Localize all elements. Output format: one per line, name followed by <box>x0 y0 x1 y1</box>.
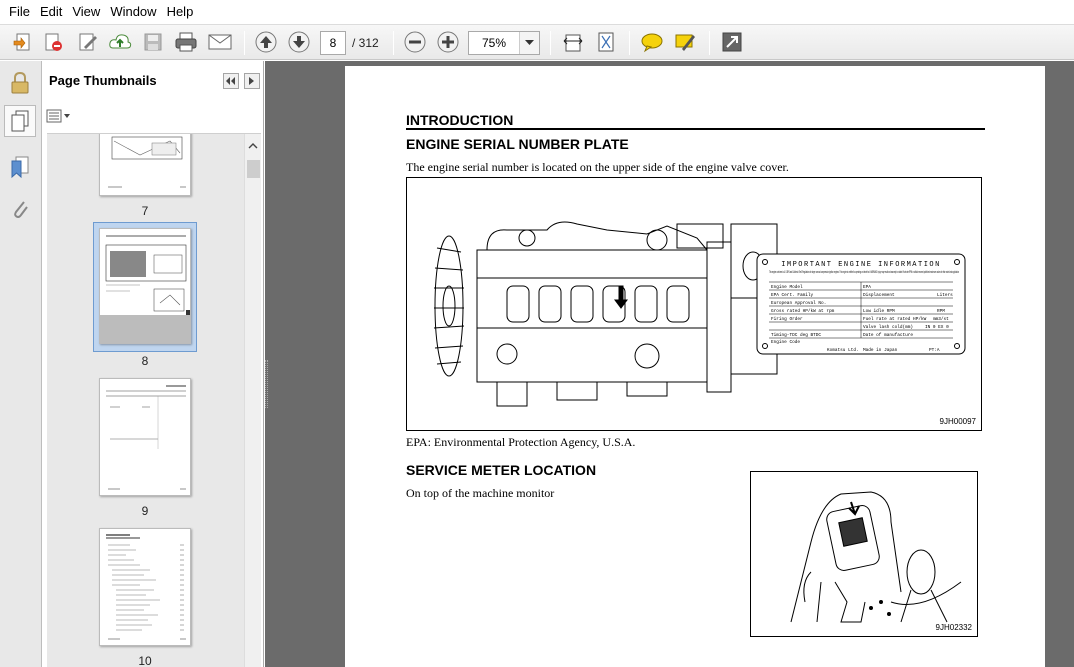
plate-row-label: Firing Order <box>771 317 803 322</box>
plate-row-label: Fuel rate at rated HP/kW <box>863 317 927 322</box>
panel-splitter[interactable] <box>265 360 268 408</box>
plate-row-label: Valve lash cold(mm) <box>863 325 913 330</box>
zoom-value: 75% <box>481 36 507 50</box>
plate-footer-origin: Made in Japan <box>863 348 898 353</box>
toolbar: 8 / 312 75% <box>0 24 1074 60</box>
zoom-out-icon[interactable] <box>402 29 428 55</box>
thumbnail-page-8[interactable] <box>99 228 191 344</box>
page-title: INTRODUCTION <box>406 112 514 128</box>
plate-title: IMPORTANT ENGINE INFORMATION <box>781 261 941 269</box>
chevron-up-icon[interactable] <box>248 138 258 152</box>
chevron-down-icon[interactable] <box>519 32 539 54</box>
menu-window[interactable]: Window <box>105 0 161 24</box>
thumbnails-panel: Page Thumbnails 7 8 9 10 <box>42 61 264 667</box>
page-thumbnails-tab-icon[interactable] <box>4 105 36 137</box>
zoom-select[interactable]: 75% <box>468 31 540 55</box>
print-icon[interactable] <box>173 29 199 55</box>
plate-row-label: Liters <box>937 293 953 298</box>
expand-icon[interactable] <box>719 29 745 55</box>
thumbnail-page-7[interactable] <box>99 134 191 196</box>
plate-row-label: Displacement <box>863 293 895 298</box>
email-icon[interactable] <box>207 29 233 55</box>
plate-row-label: European Approval No. <box>771 301 826 306</box>
section-heading: ENGINE SERIAL NUMBER PLATE <box>406 136 629 152</box>
plate-footer-code: PT:A <box>929 348 940 353</box>
plate-row-label: IN 0 EX 0 <box>925 325 949 330</box>
figure-code: 9JH02332 <box>935 623 972 632</box>
page-total: / 312 <box>352 36 379 50</box>
comment-icon[interactable] <box>639 29 665 55</box>
prev-page-icon[interactable] <box>253 29 279 55</box>
section-heading: SERVICE METER LOCATION <box>406 462 597 478</box>
save-icon[interactable] <box>140 29 166 55</box>
plate-row-label: Timing-TDC deg BTDC <box>771 333 821 338</box>
plate-row-label: RPM <box>937 309 945 314</box>
epa-note: EPA: Environmental Protection Agency, U.… <box>406 435 636 449</box>
plate-row-label: mm3/st <box>933 317 949 322</box>
section-text: The engine serial number is located on t… <box>406 160 789 174</box>
pdf-page: INTRODUCTION ENGINE SERIAL NUMBER PLATE … <box>345 66 1045 667</box>
attachment-icon[interactable] <box>4 193 36 225</box>
lock-icon[interactable] <box>4 67 36 99</box>
scrollbar-thumb[interactable] <box>247 160 260 178</box>
expand-panel-icon[interactable] <box>244 73 260 89</box>
page-number-input[interactable]: 8 <box>320 31 346 55</box>
service-meter-drawing <box>790 491 962 623</box>
engine-figure: IMPORTANT ENGINE INFORMATION This engine… <box>406 177 982 431</box>
engine-drawing: IMPORTANT ENGINE INFORMATION This engine… <box>433 221 966 407</box>
thumbnail-label: 9 <box>141 504 149 518</box>
options-menu-icon[interactable] <box>46 107 72 125</box>
section-text: On top of the machine monitor <box>406 486 555 500</box>
service-meter-figure: 9JH02332 <box>750 471 978 637</box>
thumbnails-list[interactable]: 7 8 9 10 <box>47 133 261 667</box>
edit-icon[interactable] <box>75 29 101 55</box>
upload-icon[interactable] <box>107 29 133 55</box>
bookmarks-icon[interactable] <box>4 151 36 183</box>
fit-page-icon[interactable] <box>593 29 619 55</box>
next-page-icon[interactable] <box>286 29 312 55</box>
menu-view[interactable]: View <box>67 0 105 24</box>
figure-code: 9JH00097 <box>939 417 976 426</box>
thumbnail-label: 8 <box>141 354 149 368</box>
properties-icon[interactable] <box>40 29 66 55</box>
thumbnail-page-10[interactable] <box>99 528 191 646</box>
thumbnail-label: 10 <box>138 654 152 667</box>
document-area[interactable]: INTRODUCTION ENGINE SERIAL NUMBER PLATE … <box>265 61 1074 667</box>
create-icon[interactable] <box>10 29 36 55</box>
plate-row-label: EPA Cert. Family <box>771 293 814 298</box>
sign-icon[interactable] <box>672 29 698 55</box>
menu-help[interactable]: Help <box>162 0 199 24</box>
menu-edit[interactable]: Edit <box>35 0 67 24</box>
plate-row-label: Gross rated HP/kW at rpm <box>771 309 835 314</box>
plate-row-label: Engine Model <box>771 285 803 290</box>
collapse-panel-icon[interactable] <box>223 73 239 89</box>
menu-bar: File Edit View Window Help <box>0 0 1074 24</box>
plate-footer-maker: Komatsu Ltd. <box>827 348 859 353</box>
thumbnail-page-9[interactable] <box>99 378 191 496</box>
panel-title: Page Thumbnails <box>49 73 157 88</box>
zoom-in-icon[interactable] <box>435 29 461 55</box>
fit-width-icon[interactable] <box>560 29 586 55</box>
title-rule <box>406 128 985 130</box>
thumbnail-label: 7 <box>141 204 149 218</box>
plate-intro: This engine conforms to U.S.EPA and Cali… <box>769 270 959 274</box>
plate-row-label: Low idle RPM <box>863 309 895 314</box>
plate-row-label: Engine Code <box>771 340 800 345</box>
navigation-strip <box>0 61 42 667</box>
thumbnails-scrollbar[interactable] <box>244 134 261 667</box>
plate-row-label: Date of manufacture <box>863 333 913 338</box>
menu-file[interactable]: File <box>4 0 35 24</box>
plate-row-label: EPA <box>863 285 871 290</box>
